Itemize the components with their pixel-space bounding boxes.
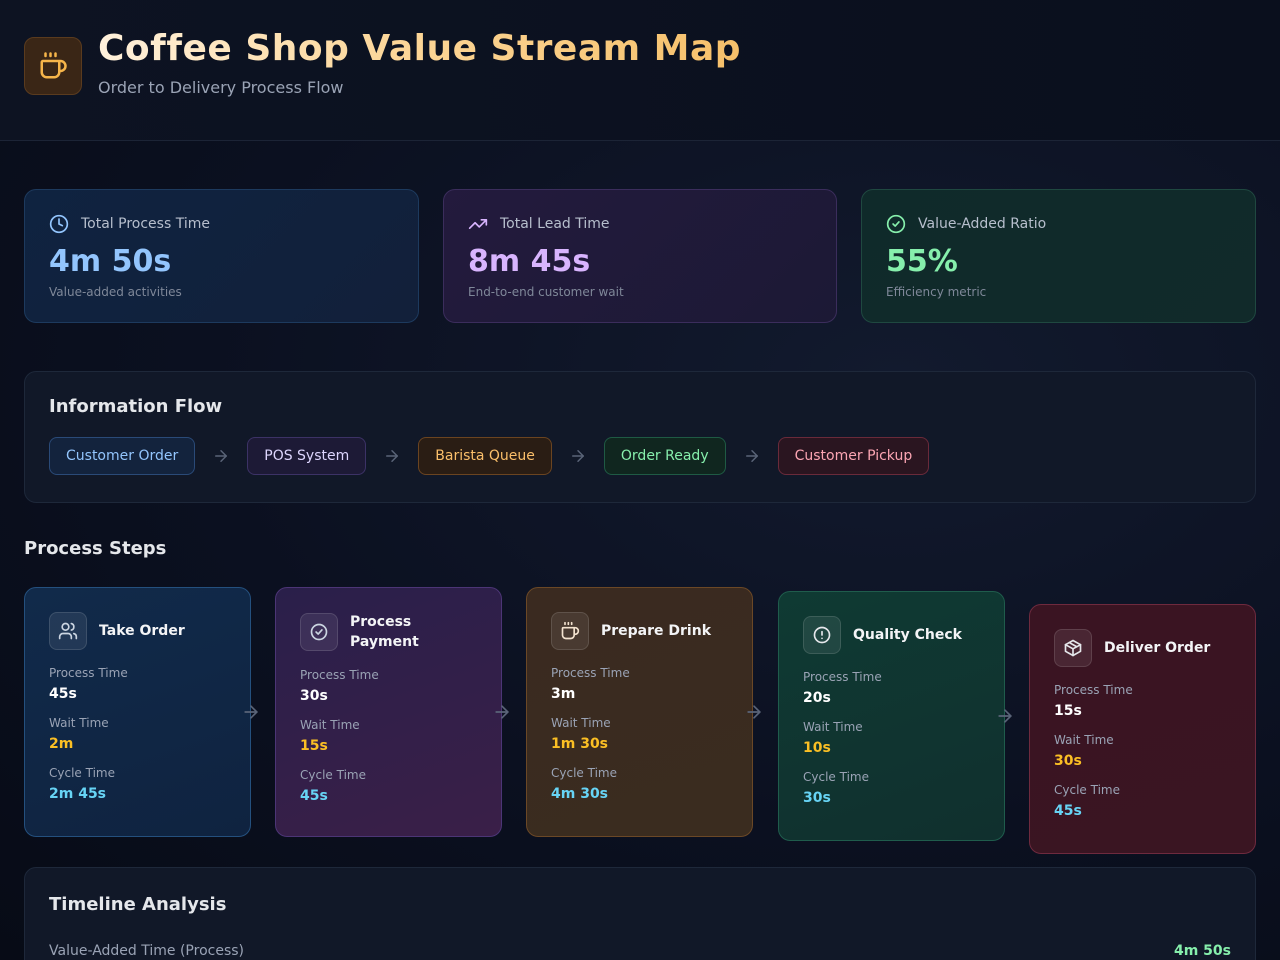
process-time-label: Process Time [803, 670, 882, 684]
metric-card-value-added-ratio: Value-Added Ratio 55% Efficiency metric [861, 189, 1256, 323]
coffee-cup-icon [551, 612, 589, 650]
alert-circle-icon [803, 616, 841, 654]
process-time-label: Process Time [300, 668, 379, 682]
information-flow-panel: Information Flow Customer Order POS Syst… [24, 371, 1256, 503]
wait-time-label: Wait Time [551, 716, 611, 730]
step-name: Quality Check [853, 627, 962, 643]
metric-label: Total Lead Time [500, 216, 610, 232]
metric-value: 55% [886, 244, 958, 279]
cycle-time-label: Cycle Time [803, 770, 869, 784]
process-time-value: 3m [551, 686, 576, 702]
process-step-quality-check[interactable]: Quality Check Process Time 20s Wait Time 1… [778, 591, 1005, 841]
timeline-analysis-panel: Timeline Analysis Value-Added Time (Proc… [24, 867, 1256, 960]
wait-time-label: Wait Time [49, 716, 109, 730]
step-name: Take Order [99, 623, 185, 639]
metric-description: Value-added activities [49, 285, 182, 299]
wait-time-value: 1m 30s [551, 736, 609, 752]
cycle-time-value: 2m 45s [49, 786, 107, 802]
cycle-time-label: Cycle Time [551, 766, 617, 780]
step-name: Prepare Drink [601, 623, 712, 639]
clock-icon [49, 214, 69, 234]
check-circle-icon [886, 214, 906, 234]
metric-value: 8m 45s [468, 244, 591, 279]
arrow-right-icon [241, 702, 261, 726]
timeline-row-label: Value-Added Time (Process) [49, 943, 244, 959]
step-name: Deliver Order [1104, 640, 1211, 656]
section-title: Process Steps [24, 538, 167, 559]
timeline-row-value: 4m 50s [1173, 943, 1231, 959]
step-name: Process Payment [350, 614, 419, 650]
arrow-right-icon [744, 702, 764, 726]
cycle-time-label: Cycle Time [300, 768, 366, 782]
arrow-right-icon [995, 706, 1015, 730]
process-time-value: 30s [300, 688, 328, 704]
wait-time-label: Wait Time [1054, 733, 1114, 747]
process-step-deliver-order[interactable]: Deliver Order Process Time 15s Wait Time 3… [1029, 604, 1256, 854]
process-time-label: Process Time [1054, 683, 1133, 697]
cycle-time-value: 30s [803, 790, 831, 806]
cycle-time-label: Cycle Time [49, 766, 115, 780]
wait-time-label: Wait Time [803, 720, 863, 734]
flow-item-customer-pickup: Customer Pickup [777, 437, 930, 475]
wait-time-value: 10s [803, 740, 831, 756]
information-flow-chain: Customer Order POS System Barista Queue … [49, 437, 1231, 475]
metric-description: End-to-end customer wait [468, 285, 624, 299]
wait-time-label: Wait Time [300, 718, 360, 732]
page-subtitle: Order to Delivery Process Flow [98, 78, 344, 97]
flow-item-barista-queue: Barista Queue [418, 437, 552, 475]
process-time-value: 45s [49, 686, 77, 702]
process-step-prepare-drink[interactable]: Prepare Drink Process Time 3m Wait Time 1m… [526, 587, 753, 837]
arrow-right-icon [552, 447, 604, 465]
cycle-time-value: 4m 30s [551, 786, 609, 802]
arrow-right-icon [366, 447, 418, 465]
wait-time-value: 15s [300, 738, 328, 754]
metric-card-total-process-time: Total Process Time 4m 50s Value-added ac… [24, 189, 419, 323]
process-step-process-payment[interactable]: Process Payment Process Time 30s Wait Tim… [275, 587, 502, 837]
section-title: Information Flow [49, 396, 223, 417]
arrow-right-icon [492, 702, 512, 726]
flow-item-customer-order: Customer Order [49, 437, 196, 475]
arrow-right-icon [726, 447, 778, 465]
wait-time-value: 2m [49, 736, 74, 752]
cycle-time-value: 45s [1054, 803, 1082, 819]
metric-card-total-lead-time: Total Lead Time 8m 45s End-to-end custom… [443, 189, 837, 323]
flow-item-pos-system: POS System [247, 437, 367, 475]
coffee-cup-icon [24, 37, 82, 95]
page-title: Coffee Shop Value Stream Map [98, 28, 742, 69]
section-title: Timeline Analysis [49, 894, 227, 915]
check-circle-icon [300, 613, 338, 651]
metric-description: Efficiency metric [886, 285, 987, 299]
flow-item-order-ready: Order Ready [603, 437, 726, 475]
trending-up-icon [468, 219, 488, 229]
wait-time-value: 30s [1054, 753, 1082, 769]
process-time-value: 15s [1054, 703, 1082, 719]
process-time-label: Process Time [551, 666, 630, 680]
cycle-time-label: Cycle Time [1054, 783, 1120, 797]
arrow-right-icon [195, 447, 247, 465]
timeline-row: Value-Added Time (Process) 4m 50s [49, 943, 1231, 959]
page-header: Coffee Shop Value Stream Map Order to De… [0, 0, 1280, 141]
users-icon [49, 612, 87, 650]
process-time-value: 20s [803, 690, 831, 706]
cycle-time-value: 45s [300, 788, 328, 804]
process-time-label: Process Time [49, 666, 128, 680]
metric-value: 4m 50s [49, 244, 172, 279]
metric-label: Value-Added Ratio [918, 216, 1047, 232]
metric-label: Total Process Time [81, 216, 210, 232]
process-step-take-order[interactable]: Take Order Process Time 45s Wait Time 2m C… [24, 587, 251, 837]
package-icon [1054, 629, 1092, 667]
